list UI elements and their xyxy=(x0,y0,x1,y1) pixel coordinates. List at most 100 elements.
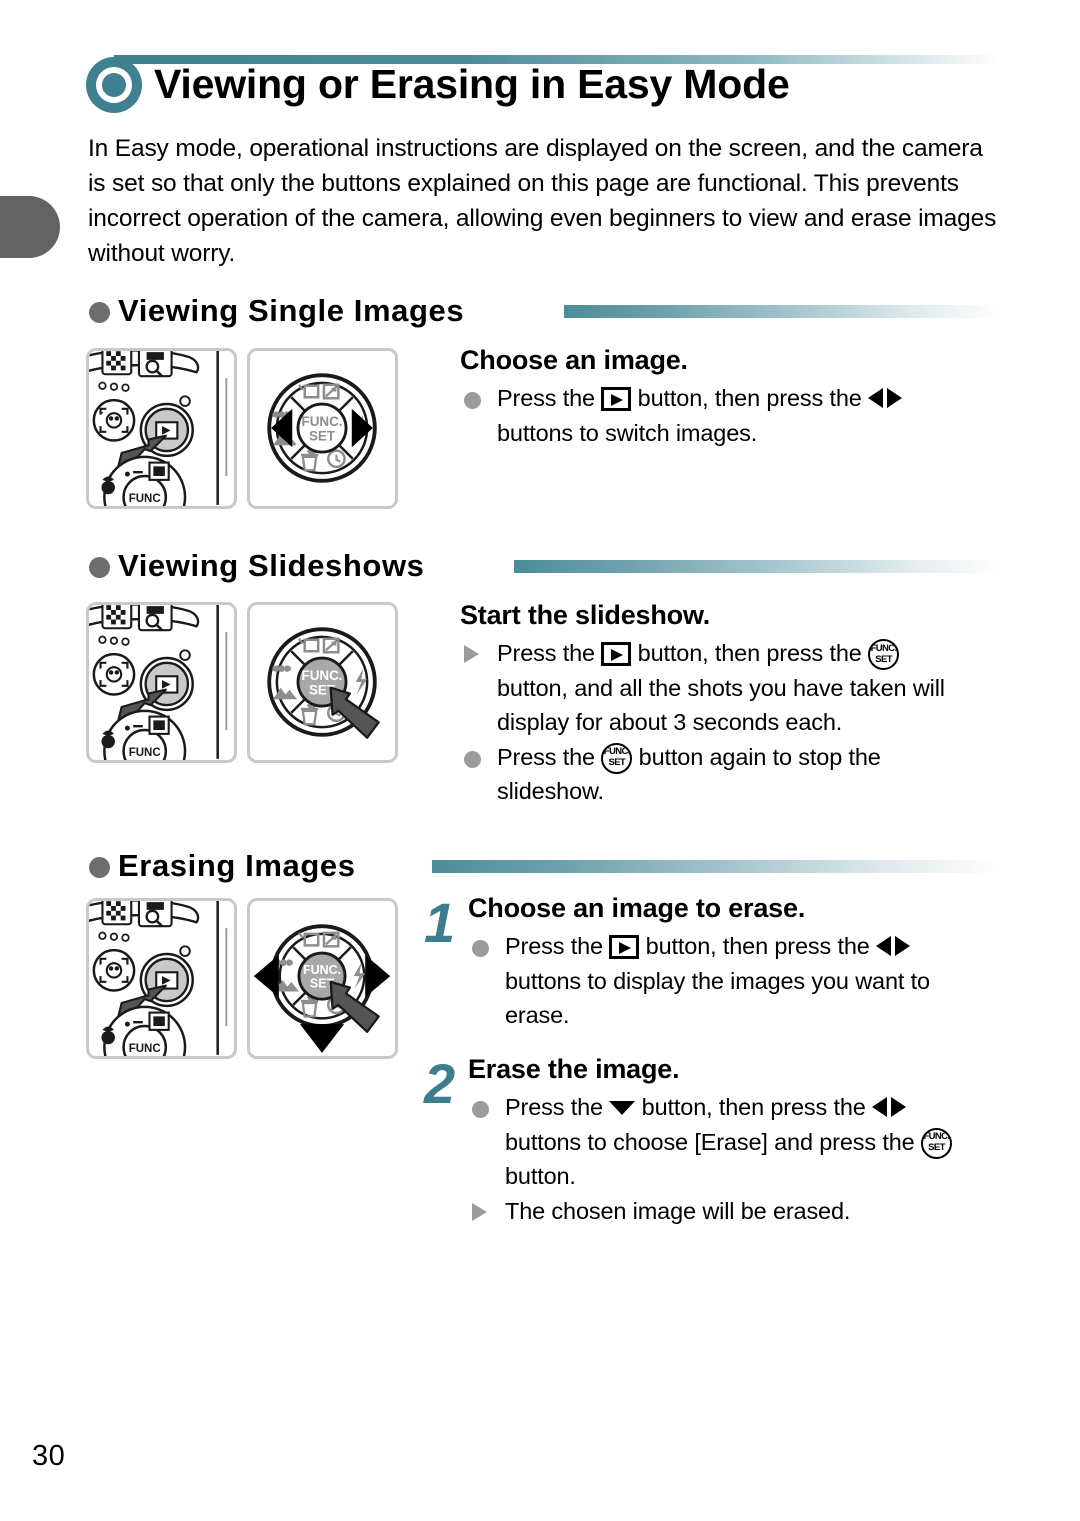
line-text-c: buttons to switch images. xyxy=(497,419,758,446)
section-title: Viewing Slideshows xyxy=(118,548,425,583)
down-arrow-icon xyxy=(609,1097,636,1117)
set-label: SET xyxy=(309,429,336,444)
line-text-b: button, then press the xyxy=(639,933,877,959)
func-label: FUNC. xyxy=(923,1131,950,1142)
instructions-viewing-single-images: Choose an image. Press the button, then … xyxy=(460,342,1000,450)
section-heading-viewing-single-images: Viewing Single Images xyxy=(86,289,1000,333)
line-text-c: slideshow. xyxy=(497,778,604,804)
instruction-line: Press the button, then press the buttons… xyxy=(468,929,1002,1033)
indicator-leds xyxy=(98,931,130,942)
bullet-triangle-icon xyxy=(472,1202,487,1221)
line-text-a: Press the xyxy=(505,933,610,959)
face-detect-button xyxy=(92,652,136,696)
controller-partial: FUNC xyxy=(101,455,187,506)
instructions-viewing-slideshows: Start the slideshow. Press the button, t… xyxy=(460,597,1002,809)
line-text-d: erase. xyxy=(505,1002,570,1028)
camera-back-illustration: FUNC xyxy=(86,348,237,509)
section-heading-viewing-slideshows: Viewing Slideshows xyxy=(86,544,1000,588)
instruction-heading: Choose an image to erase. xyxy=(468,893,806,923)
instruction-line: Press the button, then press the buttons… xyxy=(468,1090,1002,1194)
line-text-a: Press the xyxy=(505,1094,610,1120)
four-way-controller-illustration: FUNC. SET xyxy=(247,348,398,509)
line-text-b: button, then press the xyxy=(631,640,869,666)
section-bullet-icon xyxy=(89,302,110,323)
page-number: 30 xyxy=(32,1440,66,1472)
func-label: FUNC. xyxy=(301,414,342,429)
section-bullet-icon xyxy=(89,857,110,878)
controller-svg: FUNC. SET xyxy=(267,627,380,739)
controller-partial: FUNC xyxy=(101,1005,187,1056)
left-right-arrows-icon xyxy=(868,386,903,410)
intro-paragraph: In Easy mode, operational instructions a… xyxy=(88,135,997,267)
instruction-line: Press the FUNC. SET button again to stop … xyxy=(460,740,1002,809)
line-text-d: button. xyxy=(505,1163,576,1189)
line-text-a: Press the xyxy=(497,743,602,770)
func-label: FUNC. xyxy=(603,746,631,757)
func-set-icon: FUNC. SET xyxy=(868,639,900,670)
instruction-line: Press the button, then press the buttons… xyxy=(460,381,1000,450)
camera-back-svg: FUNC xyxy=(89,901,228,1056)
set-label: SET xyxy=(875,653,892,665)
instructions-erase-step-1: Choose an image to erase. Press the butt… xyxy=(468,890,1002,1033)
func-set-icon: FUNC. SET xyxy=(601,742,633,774)
instruction-heading: Start the slideshow. xyxy=(460,600,711,630)
set-label: SET xyxy=(928,1142,945,1153)
svg-text:FUNC: FUNC xyxy=(129,493,161,505)
section-bullet-icon xyxy=(89,557,110,578)
line-text-a: The chosen image will be erased. xyxy=(505,1197,851,1224)
bullet-dot-icon xyxy=(472,1101,489,1118)
bullet-triangle-icon xyxy=(464,645,479,663)
section-rule-gradient xyxy=(514,560,1000,573)
line-text-c: button, and all the shots you have taken… xyxy=(497,674,945,701)
step-number-1: 1 xyxy=(424,891,456,954)
playback-icon xyxy=(601,642,632,666)
page-title-block: Viewing or Erasing in Easy Mode xyxy=(86,52,1000,118)
svg-text:FUNC: FUNC xyxy=(129,747,161,759)
instructions-erase-step-2: Erase the image. Press the button, then … xyxy=(468,1051,1002,1228)
line-text-b: button, then press the xyxy=(635,1094,873,1120)
camera-back-svg: FUNC xyxy=(89,605,228,760)
line-text-c: buttons to display the images you want t… xyxy=(505,967,930,994)
instruction-heading: Erase the image. xyxy=(468,1054,680,1084)
func-set-icon: FUNC. SET xyxy=(920,1127,952,1159)
instruction-heading: Choose an image. xyxy=(460,345,688,375)
playback-icon xyxy=(609,935,640,959)
line-text-a: Press the xyxy=(497,385,602,411)
line-text-b: button, then press the xyxy=(631,385,869,411)
camera-back-illustration: FUNC xyxy=(86,602,237,763)
controller-partial: FUNC xyxy=(101,709,187,760)
chapter-edge-tab xyxy=(0,196,60,258)
face-detect-button xyxy=(92,948,136,992)
svg-text:FUNC: FUNC xyxy=(129,1043,161,1055)
controller-svg: FUNC. SET xyxy=(253,924,391,1053)
left-right-arrows-icon xyxy=(872,1095,907,1119)
bullet-dot-icon xyxy=(472,940,489,957)
func-label: FUNC. xyxy=(870,642,898,654)
section-heading-erasing-images: Erasing Images xyxy=(86,844,1000,888)
line-text-d: display for about 3 seconds each. xyxy=(497,709,843,735)
section-title: Erasing Images xyxy=(118,848,356,883)
camera-back-svg: FUNC xyxy=(89,351,228,506)
playback-icon xyxy=(601,387,632,411)
section-title: Viewing Single Images xyxy=(118,293,465,328)
func-label: FUNC. xyxy=(303,963,341,977)
section-rule-gradient xyxy=(564,305,1000,318)
step-number-2: 2 xyxy=(424,1052,456,1115)
line-text-a: Press the xyxy=(497,640,602,666)
face-detect-button xyxy=(92,398,136,442)
four-way-controller-illustration: FUNC. SET xyxy=(247,602,398,763)
bullet-dot-icon xyxy=(464,392,481,409)
line-text-b: button again to stop the xyxy=(632,743,881,770)
line-text-c: buttons to choose [Erase] and press the xyxy=(505,1128,921,1155)
indicator-leds xyxy=(98,381,130,392)
set-label: SET xyxy=(608,757,626,768)
four-way-controller-illustration: FUNC. SET xyxy=(247,898,398,1059)
instruction-line: The chosen image will be erased. xyxy=(468,1194,1002,1229)
camera-back-illustration: FUNC xyxy=(86,898,237,1059)
easy-mode-ring-icon xyxy=(86,57,142,113)
controller-svg: FUNC. SET xyxy=(267,373,377,483)
bullet-dot-icon xyxy=(464,750,481,768)
section-rule-gradient xyxy=(432,860,1000,873)
left-right-arrows-icon xyxy=(876,934,911,958)
page-title: Viewing or Erasing in Easy Mode xyxy=(154,61,790,107)
